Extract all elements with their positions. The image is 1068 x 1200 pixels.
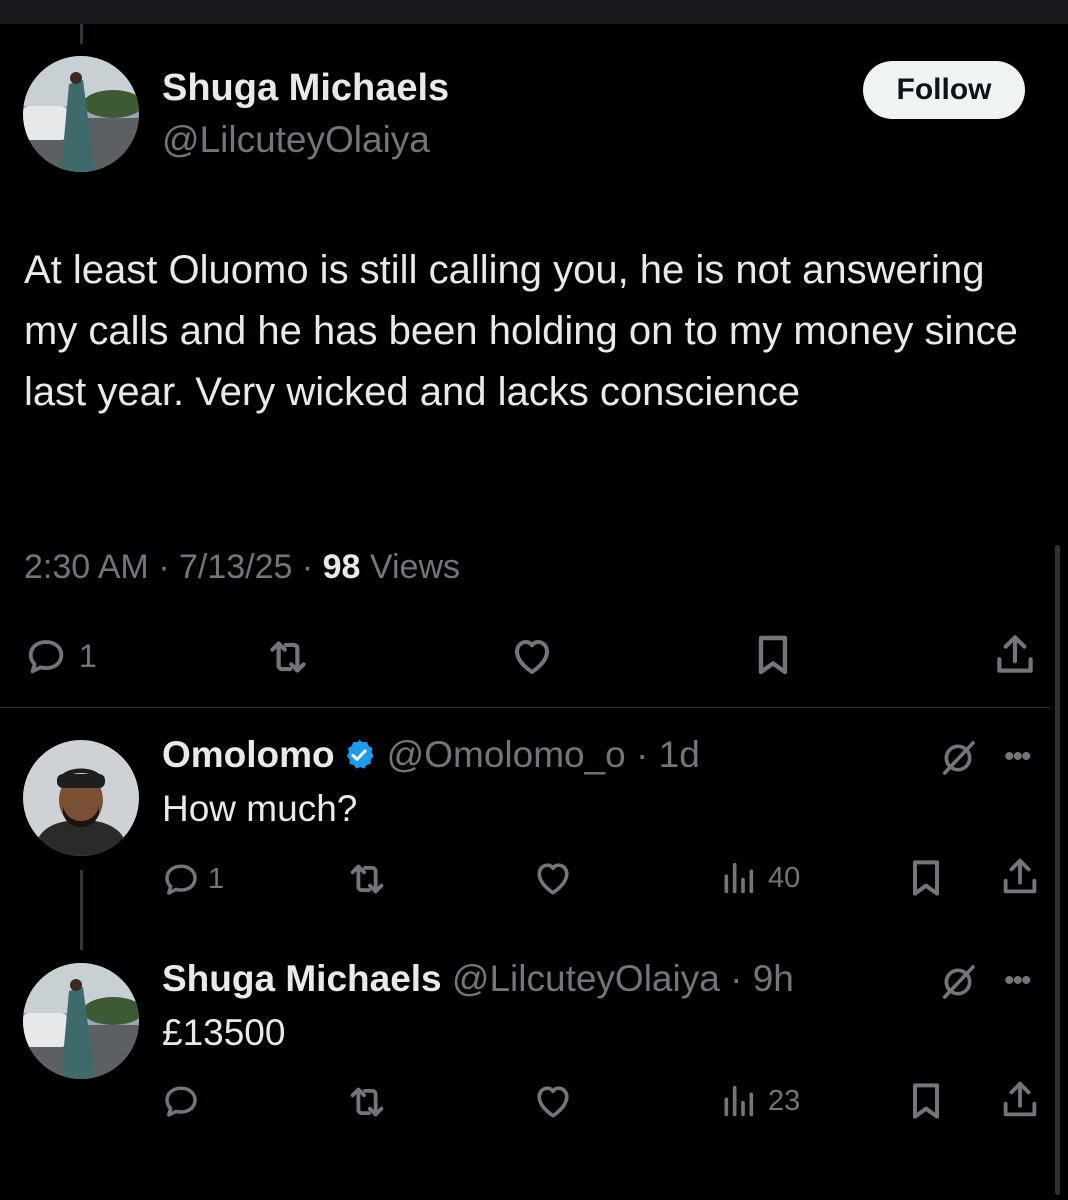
reply-author-name[interactable]: Omolomo	[162, 734, 335, 776]
avatar[interactable]	[23, 740, 139, 856]
separator-dot: ·	[625, 734, 659, 775]
reply-count: 1	[79, 637, 97, 674]
reply-text: How much?	[162, 788, 358, 829]
tweet-text: At least Oluomo is still calling you, he…	[24, 248, 1018, 414]
grok-button[interactable]	[938, 962, 978, 1002]
like-button[interactable]	[531, 856, 575, 900]
share-icon	[997, 854, 1043, 900]
grok-icon	[938, 962, 978, 1002]
views-count: 98	[322, 548, 361, 586]
bookmark-icon	[904, 1078, 948, 1124]
like-icon	[508, 632, 556, 680]
reply-text: £13500	[162, 1012, 286, 1053]
more-icon: •••	[1004, 740, 1031, 773]
tweet-date[interactable]: 7/13/25	[179, 548, 292, 586]
scrollbar[interactable]	[1055, 545, 1060, 1195]
top-bar	[0, 0, 1068, 24]
like-button[interactable]	[531, 1079, 575, 1123]
retweet-icon	[344, 856, 390, 902]
avatar[interactable]	[23, 963, 139, 1079]
more-button[interactable]: •••	[1004, 964, 1031, 998]
divider	[0, 707, 1050, 708]
views-count: 40	[768, 861, 801, 894]
separator-dot: ·	[719, 958, 753, 999]
bookmark-button[interactable]	[749, 630, 797, 680]
avatar[interactable]	[23, 56, 139, 172]
reply-age[interactable]: 1d	[659, 734, 700, 776]
retweet-button[interactable]	[263, 632, 313, 682]
tweet-time[interactable]: 2:30 AM	[24, 548, 149, 586]
like-icon	[531, 1079, 575, 1123]
reply-header: Omolomo @Omolomo_o · 1d	[162, 734, 700, 776]
reply-icon	[160, 858, 202, 900]
like-button[interactable]	[508, 632, 556, 680]
views-button[interactable]: 23	[718, 1081, 800, 1121]
views-icon	[718, 1081, 758, 1121]
author-name[interactable]: Shuga Michaels	[162, 67, 449, 110]
grok-icon	[938, 738, 978, 778]
retweet-icon	[263, 632, 313, 682]
bookmark-icon	[749, 630, 797, 680]
bookmark-button[interactable]	[904, 855, 948, 901]
share-button[interactable]	[997, 854, 1043, 900]
reply-button[interactable]: 1	[160, 858, 224, 900]
retweet-icon	[344, 1079, 390, 1125]
reply-button[interactable]: 1	[23, 634, 97, 678]
follow-button[interactable]: Follow	[863, 61, 1025, 119]
share-button[interactable]	[997, 1077, 1043, 1123]
views-icon	[718, 858, 758, 898]
retweet-button[interactable]	[344, 1079, 390, 1125]
views-button[interactable]: 40	[718, 858, 800, 898]
reply-age[interactable]: 9h	[753, 958, 794, 1000]
thread-line-top	[80, 24, 83, 44]
reply-header: Shuga Michaels @LilcuteyOlaiya · 9h	[162, 958, 794, 1000]
more-button[interactable]: •••	[1004, 740, 1031, 774]
grok-button[interactable]	[938, 738, 978, 778]
share-button[interactable]	[990, 630, 1040, 680]
author-handle[interactable]: @LilcuteyOlaiya	[162, 119, 430, 161]
reply-icon	[160, 1080, 202, 1122]
like-icon	[531, 856, 575, 900]
reply-button[interactable]	[160, 1080, 202, 1122]
reply-count: 1	[208, 862, 225, 895]
reply-icon	[23, 633, 69, 679]
share-icon	[990, 630, 1040, 680]
bookmark-icon	[904, 855, 948, 901]
reply-author-name[interactable]: Shuga Michaels	[162, 958, 442, 1000]
tweet-meta: 2:30 AM · 7/13/25 · 98 Views	[24, 548, 461, 586]
verified-badge-icon	[346, 739, 374, 769]
reply-author-handle[interactable]: @Omolomo_o	[387, 734, 626, 776]
more-icon: •••	[1004, 964, 1031, 997]
reply-author-handle[interactable]: @LilcuteyOlaiya	[452, 958, 720, 1000]
thread-line	[80, 870, 83, 950]
bookmark-button[interactable]	[904, 1078, 948, 1124]
share-icon	[997, 1077, 1043, 1123]
views-count: 23	[768, 1084, 801, 1117]
views-label: Views	[369, 548, 461, 586]
retweet-button[interactable]	[344, 856, 390, 902]
